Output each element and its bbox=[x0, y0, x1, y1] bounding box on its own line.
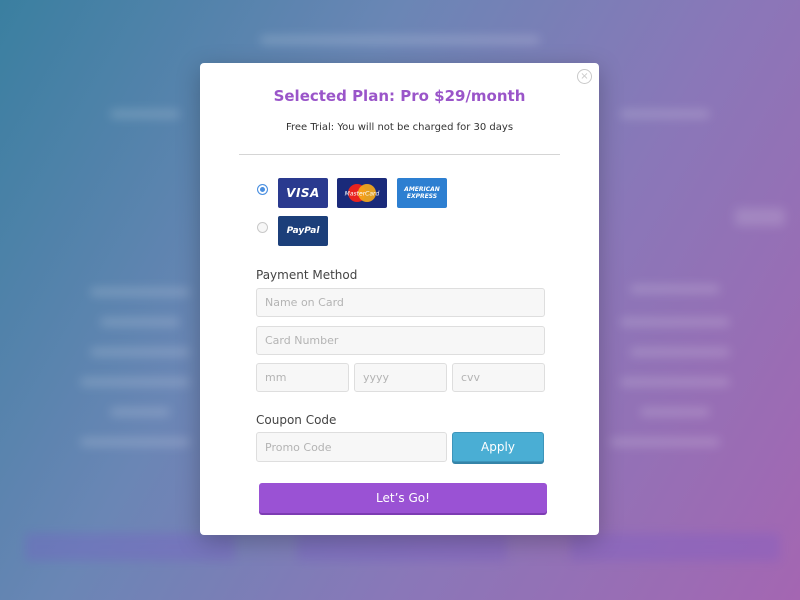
bg-decoration bbox=[110, 408, 170, 416]
bg-decoration bbox=[620, 318, 730, 326]
bg-decoration bbox=[620, 378, 730, 386]
card-number-input[interactable] bbox=[256, 326, 545, 355]
name-on-card-input[interactable] bbox=[256, 288, 545, 317]
radio-paypal[interactable] bbox=[257, 222, 268, 233]
amex-label-line2: EXPRESS bbox=[406, 193, 438, 200]
coupon-code-label: Coupon Code bbox=[256, 413, 337, 427]
bg-decoration bbox=[570, 533, 780, 561]
bg-decoration bbox=[620, 110, 710, 118]
bg-decoration bbox=[80, 378, 190, 386]
visa-card-icon: VISA bbox=[278, 178, 328, 208]
cvv-input[interactable] bbox=[452, 363, 545, 392]
bg-decoration bbox=[640, 408, 710, 416]
expiry-month-input[interactable] bbox=[256, 363, 349, 392]
bg-decoration bbox=[297, 533, 507, 561]
bg-decoration bbox=[80, 438, 190, 446]
amex-label-line1: AMERICAN bbox=[404, 186, 440, 193]
mastercard-label: MasterCard bbox=[345, 191, 380, 198]
bg-decoration bbox=[25, 533, 235, 561]
paypal-label: PayPal bbox=[286, 226, 320, 236]
bg-decoration bbox=[735, 208, 785, 226]
expiry-year-input[interactable] bbox=[354, 363, 447, 392]
bg-decoration bbox=[100, 318, 180, 326]
bg-decoration bbox=[260, 36, 540, 44]
visa-card-label: VISA bbox=[286, 186, 320, 200]
close-icon[interactable]: × bbox=[577, 69, 592, 84]
bg-decoration bbox=[90, 348, 190, 356]
checkout-modal: × Selected Plan: Pro $29/month Free Tria… bbox=[200, 63, 599, 535]
trial-note: Free Trial: You will not be charged for … bbox=[285, 122, 514, 133]
bg-decoration bbox=[90, 288, 190, 296]
radio-credit-cards[interactable] bbox=[257, 184, 268, 195]
paypal-icon: PayPal bbox=[278, 216, 328, 246]
mastercard-icon: MasterCard bbox=[337, 178, 387, 208]
bg-decoration bbox=[630, 348, 730, 356]
apply-button[interactable]: Apply bbox=[452, 432, 544, 462]
bg-decoration bbox=[630, 285, 720, 293]
lets-go-button[interactable]: Let’s Go! bbox=[259, 483, 547, 513]
bg-decoration bbox=[110, 110, 180, 118]
plan-title: Selected Plan: Pro $29/month bbox=[273, 87, 526, 105]
payment-method-label: Payment Method bbox=[256, 268, 358, 282]
promo-code-input[interactable] bbox=[256, 432, 447, 462]
mastercard-circles-icon: MasterCard bbox=[345, 184, 380, 202]
amex-card-icon: AMERICAN EXPRESS bbox=[397, 178, 447, 208]
bg-decoration bbox=[610, 438, 720, 446]
divider bbox=[239, 154, 560, 155]
